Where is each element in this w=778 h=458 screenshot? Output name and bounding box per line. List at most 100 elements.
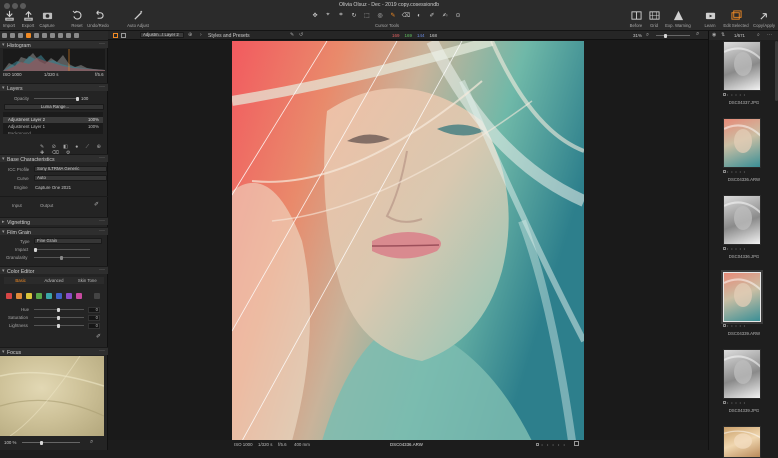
color-tag-icon[interactable] (723, 170, 726, 173)
more-icon[interactable]: ··· (99, 348, 105, 354)
reset-icon[interactable]: ↺ (299, 32, 303, 38)
color-swatch[interactable] (76, 293, 82, 299)
layer-name[interactable]: Background (8, 131, 31, 134)
styles-presets-title[interactable]: Styles and Presets (208, 33, 250, 39)
film-grain-header[interactable]: ▾ Film Grain ··· (0, 227, 108, 236)
focus-zoom-slider[interactable] (22, 440, 80, 445)
search-icon[interactable]: ⌕ (646, 32, 649, 39)
style-tab-icon[interactable] (42, 33, 47, 38)
luma-range-button[interactable]: Luma Range... (4, 104, 104, 110)
detail-tab-icon[interactable] (50, 33, 55, 38)
saturation-knob[interactable] (57, 315, 60, 320)
annotate-tool-icon[interactable]: ✍ (440, 11, 450, 20)
thumbnail-rating[interactable]: • • • • • (723, 324, 763, 328)
color-swatch[interactable] (16, 293, 22, 299)
grid-icon[interactable] (574, 441, 579, 446)
impact-knob[interactable] (34, 247, 37, 252)
base-characteristics-header[interactable]: ▾ Base Characteristics ··· (0, 154, 108, 163)
vignetting-header[interactable]: ▸ Vignetting ··· (0, 217, 108, 226)
layer-name[interactable]: Adjustment Layer 1 (8, 124, 45, 129)
impact-slider[interactable] (34, 247, 90, 252)
layer-select[interactable]: Adjustm...t Layer 2 (140, 32, 184, 38)
eraser-tool-icon[interactable]: ⌫ (401, 11, 411, 20)
auto-adjust-button[interactable]: Auto Adjust (124, 10, 152, 28)
color-tab-icon[interactable] (26, 33, 31, 38)
thumbnail-rating[interactable]: • • • • • (723, 93, 763, 97)
pin-icon[interactable]: ✎ (290, 32, 294, 38)
thumbnail[interactable] (723, 426, 761, 458)
star-rating-icon[interactable]: • • • • • (727, 93, 746, 97)
grain-type-select[interactable]: Fine Grain (34, 238, 102, 244)
color-swatch[interactable] (36, 293, 42, 299)
color-swatch[interactable] (46, 293, 52, 299)
focus-header[interactable]: ▾ Focus ··· (0, 347, 108, 356)
edit-selected-button[interactable]: Edit Selected (722, 10, 750, 28)
icc-profile-select[interactable]: Sony ILTRMA Generic (34, 166, 107, 172)
star-rating-icon[interactable]: • • • • • (727, 324, 746, 328)
more-icon[interactable]: ··· (99, 41, 105, 47)
undo-redo-button[interactable]: Undo/Redo (86, 10, 110, 28)
opacity-knob[interactable] (76, 96, 79, 101)
add-layer-icon[interactable]: ⊕ (188, 32, 192, 38)
granularity-knob[interactable] (60, 255, 63, 260)
thumbnail[interactable] (723, 118, 761, 168)
capture-tab-icon[interactable] (10, 33, 15, 38)
more-icon[interactable]: ··· (99, 267, 105, 273)
pan-tool-icon[interactable]: ✥ (310, 11, 320, 20)
thumbnail[interactable] (721, 270, 763, 324)
single-view-icon[interactable] (113, 32, 118, 38)
hue-slider[interactable] (34, 307, 84, 312)
star-rating-icon[interactable]: • • • • • (727, 170, 746, 174)
thumbnail[interactable] (723, 349, 761, 399)
eye-icon[interactable]: ◉ (712, 32, 716, 38)
lightness-slider[interactable] (34, 323, 84, 328)
color-tag-icon[interactable] (723, 93, 726, 96)
grid-button[interactable]: Grid (642, 10, 666, 28)
picker-tool-icon[interactable]: ✐ (427, 11, 437, 20)
adjustments-tab-icon[interactable] (58, 33, 63, 38)
select-tool-icon[interactable]: ⌖ (323, 11, 333, 20)
swatch-picker-icon[interactable] (94, 293, 100, 299)
lens-tab-icon[interactable] (18, 33, 23, 38)
thumbnail-rating[interactable]: • • • • • (723, 170, 763, 174)
saturation-slider[interactable] (34, 315, 84, 320)
more-icon[interactable]: ··· (99, 228, 105, 234)
color-picker-icon[interactable]: ✐ (96, 333, 101, 340)
capture-button[interactable]: Capture (35, 10, 59, 28)
hue-knob[interactable] (57, 307, 60, 312)
multi-view-icon[interactable] (121, 32, 126, 38)
gradient-tool-icon[interactable]: ◐ (414, 11, 424, 20)
color-tag-icon[interactable] (723, 324, 726, 327)
color-swatch[interactable] (56, 293, 62, 299)
search-icon[interactable]: ⌕ (90, 439, 93, 446)
star-rating-icon[interactable]: • • • • • (727, 247, 746, 251)
histogram-header[interactable]: ▾ Histogram ··· (0, 40, 108, 49)
granularity-slider[interactable] (34, 255, 90, 260)
exposure-warning-button[interactable]: Exp. Warning (664, 10, 692, 28)
thumbnail[interactable] (723, 195, 761, 245)
zoom-slider[interactable] (656, 33, 690, 38)
more-icon[interactable]: ··· (99, 84, 105, 90)
hue-value[interactable]: 0 (88, 307, 100, 313)
tab-advanced[interactable]: Advanced (37, 277, 70, 284)
color-swatch[interactable] (6, 293, 12, 299)
thumbnail[interactable] (723, 41, 761, 91)
wb-picker-icon[interactable]: ⊙ (453, 11, 463, 20)
more-icon[interactable]: ··· (99, 218, 105, 224)
spot-tool-icon[interactable]: ◎ (375, 11, 385, 20)
focus-zoom-knob[interactable] (40, 440, 43, 445)
color-tag-icon[interactable] (536, 443, 539, 446)
thumbnail-rating[interactable]: • • • • • (723, 401, 763, 405)
more-icon[interactable]: ··· (99, 155, 105, 161)
color-tag-icon[interactable] (723, 401, 726, 404)
eyedropper-icon[interactable]: ✐ (94, 201, 99, 208)
layers-header[interactable]: ▾ Layers ··· (0, 83, 108, 92)
color-swatch[interactable] (26, 293, 32, 299)
library-tab-icon[interactable] (2, 33, 7, 38)
color-swatch[interactable] (66, 293, 72, 299)
star-rating-icon[interactable]: • • • • • (541, 442, 566, 447)
lightness-value[interactable]: 0 (88, 323, 100, 329)
color-editor-header[interactable]: ▾ Color Editor ··· (0, 266, 108, 275)
color-tag-icon[interactable] (723, 247, 726, 250)
sort-icon[interactable]: ⇅ (721, 32, 725, 38)
